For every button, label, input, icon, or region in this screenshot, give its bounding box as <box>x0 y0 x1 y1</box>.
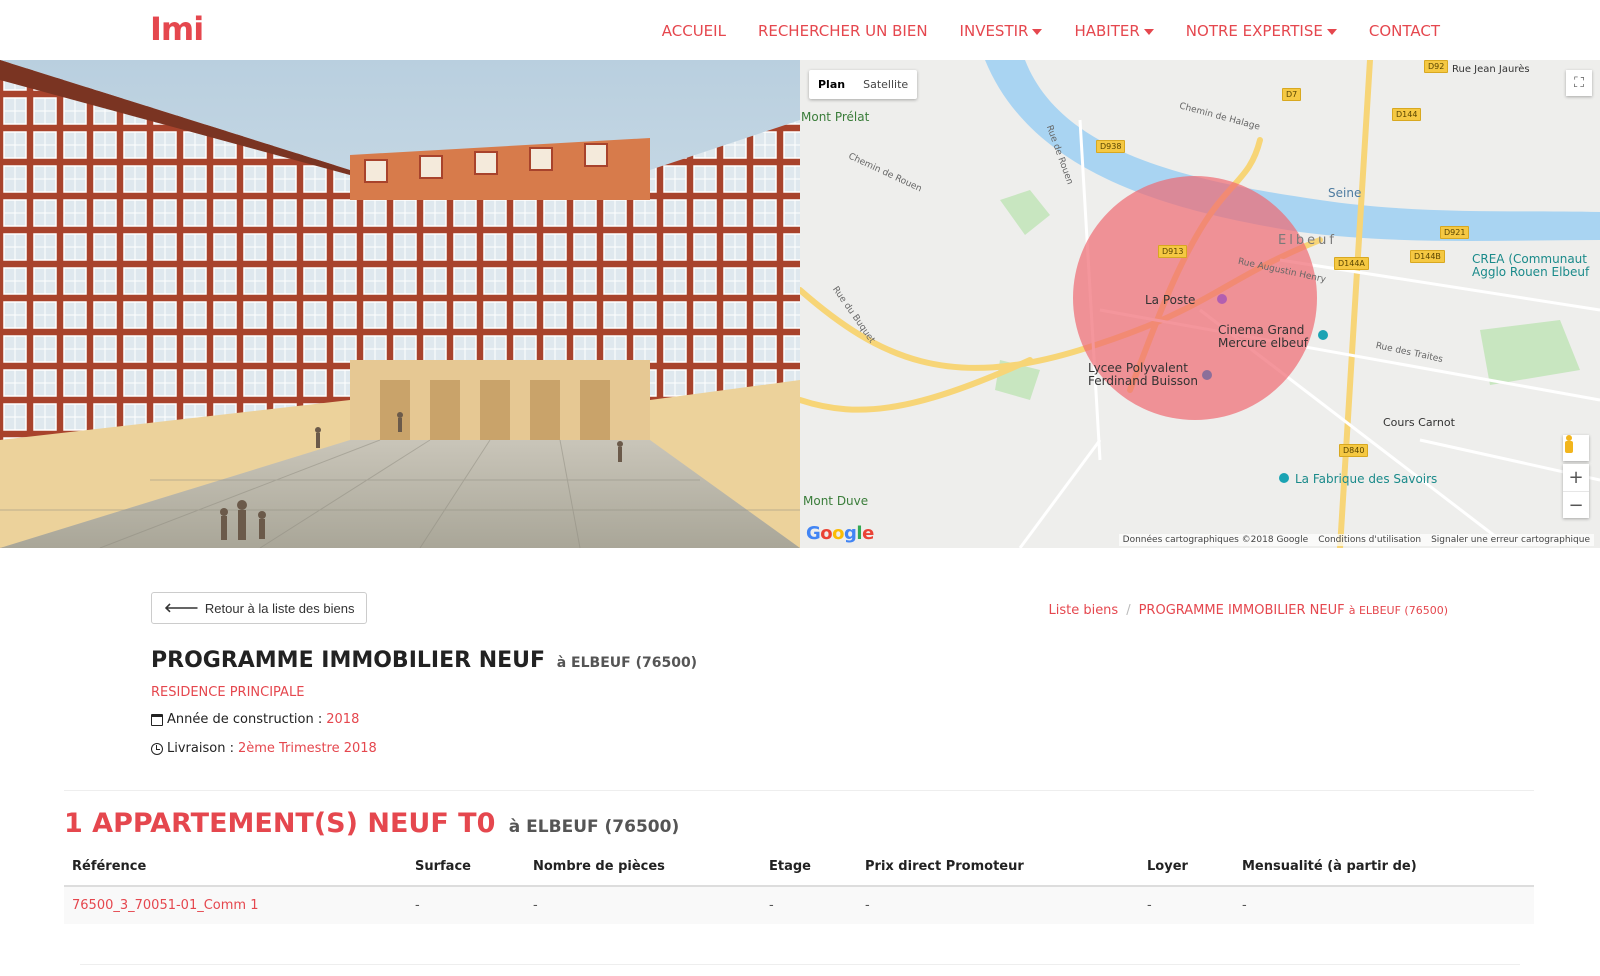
table-header-row: Référence Surface Nombre de pièces Etage… <box>64 848 1534 887</box>
calendar-icon <box>151 713 163 726</box>
map-data-credit: Données cartographiques ©2018 Google <box>1122 535 1309 545</box>
map[interactable]: Plan Satellite Mont Prélat Mont Duve Sei… <box>800 60 1600 548</box>
column-header-rent: Loyer <box>1139 848 1234 887</box>
road-tag: D144B <box>1410 250 1445 263</box>
column-header-floor: Etage <box>761 848 857 887</box>
map-label-cours-carnot: Cours Carnot <box>1383 416 1455 429</box>
road-tag: D921 <box>1440 226 1470 239</box>
breadcrumb: Liste biens / PROGRAMME IMMOBILIER NEUF … <box>1048 603 1448 618</box>
caret-down-icon <box>1143 28 1154 35</box>
map-report-link[interactable]: Signaler une erreur cartographique <box>1431 535 1590 545</box>
breadcrumb-current-location: à ELBEUF (76500) <box>1348 604 1448 617</box>
cell-floor: - <box>761 886 857 924</box>
zoom-in-button[interactable]: + <box>1563 464 1589 491</box>
map-label-crea: CREA (Communaut Agglo Rouen Elbeuf <box>1472 252 1590 279</box>
cell-rent: - <box>1139 886 1234 924</box>
road-tag: D144A <box>1334 257 1369 270</box>
column-header-reference: Référence <box>64 848 407 887</box>
nav-item-habiter[interactable]: HABITER <box>1074 22 1154 40</box>
arrow-left-icon: 🡐 <box>164 600 199 615</box>
program-title: PROGRAMME IMMOBILIER NEUF <box>151 648 546 673</box>
construction-label: Année de construction : <box>167 712 323 727</box>
breadcrumb-list-link[interactable]: Liste biens <box>1048 603 1118 618</box>
road-tag: D7 <box>1282 88 1302 101</box>
map-terms-link[interactable]: Conditions d'utilisation <box>1318 535 1421 545</box>
main-nav: ACCUEIL RECHERCHER UN BIEN INVESTIR HABI… <box>662 22 1440 40</box>
column-header-surface: Surface <box>407 848 525 887</box>
map-label-lycee: Lycee Polyvalent Ferdinand Buisson <box>1088 361 1198 388</box>
street-view-icon[interactable] <box>1563 435 1589 461</box>
nav-item-accueil[interactable]: ACCUEIL <box>662 22 726 40</box>
logo[interactable]: Imi <box>150 10 204 48</box>
courtyard-illustration <box>0 60 800 548</box>
road-tag: D840 <box>1339 444 1369 457</box>
road-tag: D144 <box>1392 108 1422 121</box>
map-type-plan[interactable]: Plan <box>809 70 854 99</box>
map-type-switch: Plan Satellite <box>809 70 918 99</box>
nav-label: ACCUEIL <box>661 22 726 40</box>
section-title-text: 1 APPARTEMENT(S) NEUF T0 <box>64 808 496 839</box>
nav-item-contact[interactable]: CONTACT <box>1369 22 1440 40</box>
google-logo: Google <box>806 523 874 544</box>
zoom-control: + − <box>1563 464 1589 518</box>
breadcrumb-current: PROGRAMME IMMOBILIER NEUF à ELBEUF (7650… <box>1139 603 1448 618</box>
column-header-price: Prix direct Promoteur <box>857 848 1139 887</box>
construction-year-row: Année de construction : 2018 <box>151 712 359 727</box>
map-label-cinema: Cinema Grand Mercure elbeuf <box>1218 323 1309 350</box>
map-label-mont-prelat: Mont Prélat <box>801 110 870 124</box>
navbar: Imi ACCUEIL RECHERCHER UN BIEN INVESTIR … <box>0 0 1600 60</box>
cell-rooms: - <box>525 886 761 924</box>
table-row[interactable]: 76500_3_70051-01_Comm 1 - - - - - - <box>64 886 1534 924</box>
nav-item-investir[interactable]: INVESTIR <box>960 22 1043 40</box>
cell-surface: - <box>407 886 525 924</box>
breadcrumb-current-title: PROGRAMME IMMOBILIER NEUF <box>1138 603 1345 618</box>
map-label-rue-jean-jaures: Rue Jean Jaurès <box>1452 64 1530 75</box>
column-header-rooms: Nombre de pièces <box>525 848 761 887</box>
nav-label: CONTACT <box>1368 22 1440 40</box>
delivery-label: Livraison : <box>167 741 234 756</box>
program-location: à ELBEUF (76500) <box>556 655 698 671</box>
nav-item-rechercher[interactable]: RECHERCHER UN BIEN <box>758 22 928 40</box>
map-label-elbeuf: Elbeuf <box>1278 233 1337 248</box>
nav-label: HABITER <box>1074 22 1140 40</box>
column-header-monthly: Mensualité (à partir de) <box>1234 848 1534 887</box>
back-to-list-button[interactable]: 🡐 Retour à la liste des biens <box>151 592 368 624</box>
zoom-out-button[interactable]: − <box>1563 491 1589 518</box>
section-title: 1 APPARTEMENT(S) NEUF T0 à ELBEUF (76500… <box>64 808 679 839</box>
road-tag: D913 <box>1158 245 1188 258</box>
map-label-la-poste: La Poste <box>1145 293 1196 307</box>
nav-label: RECHERCHER UN BIEN <box>757 22 928 40</box>
divider <box>80 964 1520 965</box>
map-type-satellite[interactable]: Satellite <box>854 70 917 99</box>
delivery-row: Livraison : 2ème Trimestre 2018 <box>151 741 377 756</box>
map-canvas <box>800 60 1600 548</box>
nav-label: NOTRE EXPERTISE <box>1185 22 1323 40</box>
page-title: PROGRAMME IMMOBILIER NEUF à ELBEUF (7650… <box>151 648 697 673</box>
cell-monthly: - <box>1234 886 1534 924</box>
map-label-mont-duve: Mont Duve <box>803 494 869 508</box>
nav-label: INVESTIR <box>959 22 1029 40</box>
program-type: RESIDENCE PRINCIPALE <box>151 685 305 700</box>
caret-down-icon <box>1326 28 1337 35</box>
map-label-fabrique: La Fabrique des Savoirs <box>1295 472 1438 486</box>
cell-reference-link[interactable]: 76500_3_70051-01_Comm 1 <box>64 886 407 924</box>
map-label-seine: Seine <box>1328 186 1362 200</box>
delivery-value: 2ème Trimestre 2018 <box>237 741 377 756</box>
back-button-label: Retour à la liste des biens <box>204 600 355 616</box>
road-tag: D938 <box>1096 140 1126 153</box>
breadcrumb-separator: / <box>1126 603 1131 618</box>
map-footer: Données cartographiques ©2018 Google Con… <box>1118 534 1594 546</box>
nav-item-expertise[interactable]: NOTRE EXPERTISE <box>1186 22 1337 40</box>
section-location: à ELBEUF (76500) <box>508 817 680 837</box>
clock-icon <box>151 742 163 755</box>
fullscreen-icon[interactable]: ⛶ <box>1566 70 1592 96</box>
road-tag: D92 <box>1424 60 1449 73</box>
construction-year: 2018 <box>326 712 360 727</box>
caret-down-icon <box>1032 28 1043 35</box>
divider <box>64 790 1534 791</box>
cell-price: - <box>857 886 1139 924</box>
apartments-table: Référence Surface Nombre de pièces Etage… <box>64 848 1534 924</box>
hero-image <box>0 60 800 548</box>
